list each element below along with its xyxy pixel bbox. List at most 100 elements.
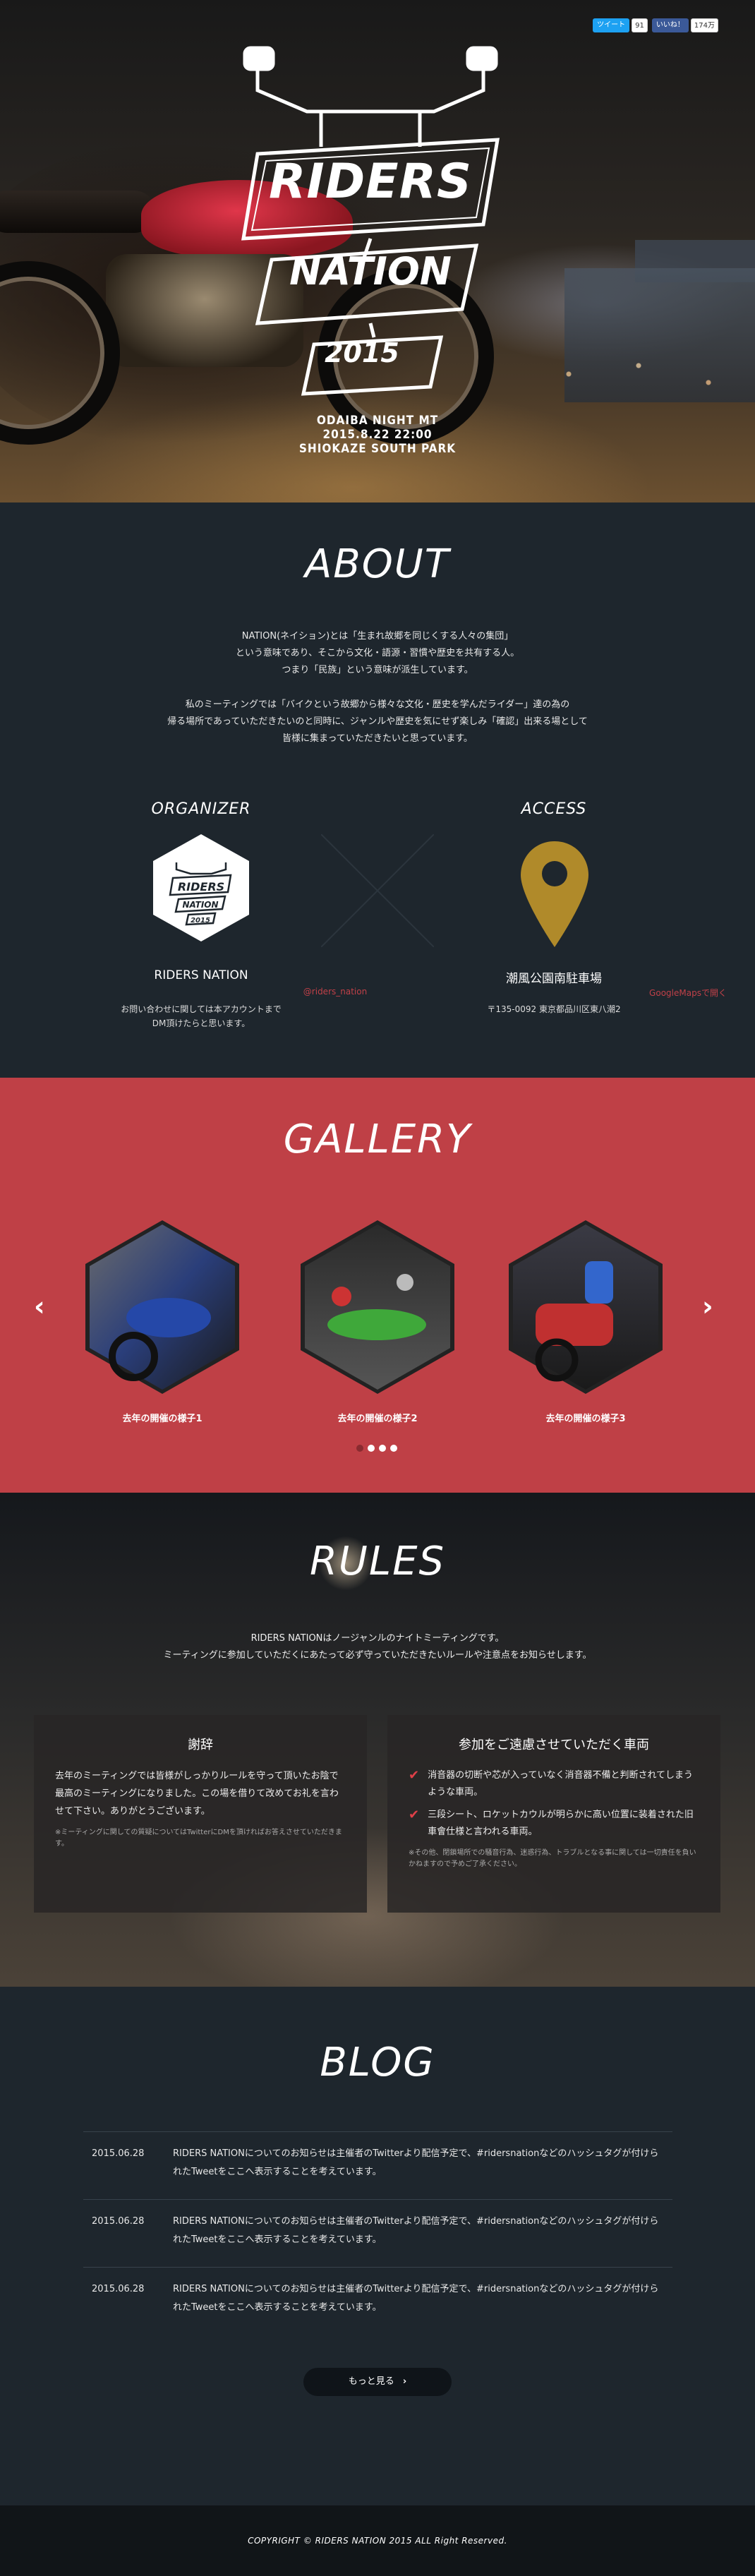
restricted-item-text: 三段シート、ロケットカウルが明らかに高い位置に装着された旧車會仕様と言われる車両… xyxy=(428,1810,694,1837)
check-icon: ✔ xyxy=(409,1807,420,1822)
gallery-title: GALLERY xyxy=(283,1117,472,1162)
svg-text:2015: 2015 xyxy=(191,917,210,925)
check-icon: ✔ xyxy=(409,1768,420,1783)
restricted-item: ✔ 消音器の切断や芯が入っていなく消音器不備と判断されてしまうような車両。 xyxy=(409,1767,699,1801)
footer: COPYRIGHT © RIDERS NATION 2015 ALL Right… xyxy=(0,2505,755,2576)
about-section: ABOUT NATION(ネイション)とは「生まれ故郷を同じくする人々の集団」 … xyxy=(0,502,755,1078)
blog-post[interactable]: 2015.06.28 RIDERS NATIONについてのお知らせは主催者のTw… xyxy=(83,2199,672,2267)
restricted-note: ※その他、閉鎖場所での騒音行為、迷惑行為、トラブルとなる事に関しては一切責任を負… xyxy=(409,1849,696,1868)
chevron-right-icon: › xyxy=(402,2376,407,2387)
rules-title: RULES xyxy=(309,1539,446,1584)
rules-intro-line: ミーティングに参加していただくにあたって必ず守っていただきたいルールや注意点をお… xyxy=(163,1650,592,1661)
thanks-note: ※ミーティングに関しての質疑についてはTwitterにDMを頂ければお答えさせて… xyxy=(55,1829,342,1848)
riders-nation-logo: RIDERS NATION 2015 xyxy=(229,34,512,436)
organizer-logo-icon: RIDERS NATION 2015 xyxy=(153,834,249,941)
post-date: 2015.06.28 xyxy=(92,2284,145,2294)
restricted-item-text: 消音器の切断や芯が入っていなく消音器不備と判断されてしまうような車両。 xyxy=(428,1770,694,1798)
map-pin-icon xyxy=(521,841,588,947)
gallery-caption: 去年の開催の様子2 xyxy=(337,1414,418,1424)
event-place: SHIOKAZE SOUTH PARK xyxy=(298,442,457,456)
blog-list: 2015.06.28 RIDERS NATIONについてのお知らせは主催者のTw… xyxy=(83,2131,672,2335)
event-date: 2015.8.22 22:00 xyxy=(322,428,433,442)
gallery-prev-arrow-icon[interactable]: ‹ xyxy=(34,1291,45,1322)
gallery-pagination xyxy=(356,1445,397,1452)
about-line: という意味であり、そこから文化・語源・習慣や歴史を共有する人。 xyxy=(235,648,520,658)
rules-section: RULES RIDERS NATIONはノージャンルのナイトミーティングです。 … xyxy=(0,1493,755,1987)
pagination-dot[interactable] xyxy=(368,1445,375,1452)
gallery-item[interactable]: 去年の開催の様子3 xyxy=(502,1219,669,1424)
like-label: いいね！ xyxy=(651,18,689,32)
gallery-photo xyxy=(84,1219,241,1395)
gallery-section: GALLERY ‹ › 去年の開催の様子1 去年の開催の様子2 去年の開催の様子… xyxy=(0,1078,755,1493)
about-line: NATION(ネイション)とは「生まれ故郷を同じくする人々の集団」 xyxy=(241,631,514,642)
like-count: 174万 xyxy=(690,18,718,32)
post-date: 2015.06.28 xyxy=(92,2216,145,2227)
organizer-name: RIDERS NATION xyxy=(154,968,248,982)
gallery-caption: 去年の開催の様子3 xyxy=(545,1414,626,1424)
restricted-item: ✔ 三段シート、ロケットカウルが明らかに高い位置に装着された旧車會仕様と言われる… xyxy=(409,1807,699,1841)
gallery-next-arrow-icon[interactable]: › xyxy=(702,1291,713,1322)
organizer-block: ORGANIZER RIDERS NATION 2015 RIDERS NATI… xyxy=(67,800,367,1028)
organizer-description: お問い合わせに関しては本アカウントまで DM頂けたらと思います。 xyxy=(67,1002,335,1030)
organizer-twitter-link[interactable]: @riders_nation xyxy=(201,987,469,997)
event-info: ODAIBA NIGHT MT 2015.8.22 22:00 SHIOKAZE… xyxy=(0,414,755,456)
pagination-dot[interactable] xyxy=(390,1445,397,1452)
post-text: RIDERS NATIONについてのお知らせは主催者のTwitterより配信予定… xyxy=(173,2216,659,2245)
social-buttons: ツイート 91 いいね！ 174万 xyxy=(593,18,718,32)
about-paragraph-1: NATION(ネイション)とは「生まれ故郷を同じくする人々の集団」 という意味で… xyxy=(0,628,755,679)
blog-post[interactable]: 2015.06.28 RIDERS NATIONについてのお知らせは主催者のTw… xyxy=(83,2267,672,2335)
about-line: 私のミーティングでは「バイクという故郷から様々な文化・歴史を学んだライダー」達の… xyxy=(185,699,570,710)
divider-cross xyxy=(321,834,434,947)
gallery-item[interactable]: 去年の開催の様子1 xyxy=(79,1219,246,1424)
gallery-caption: 去年の開催の様子1 xyxy=(122,1414,203,1424)
about-line: 帰る場所であっていただきたいのと同時に、ジャンルや歴史を気にせず楽しみ「確認」出… xyxy=(167,716,588,727)
gallery-photo xyxy=(299,1219,456,1395)
restricted-vehicles-card: 参加をご遠慮させていただく車両 ✔ 消音器の切断や芯が入っていなく消音器不備と判… xyxy=(387,1715,720,1913)
organizer-desc-line: DM頂けたらと思います。 xyxy=(152,1018,250,1028)
google-maps-link[interactable]: GoogleMapsで開く xyxy=(554,987,755,999)
restricted-heading: 参加をご遠慮させていただく車両 xyxy=(459,1738,649,1752)
post-text: RIDERS NATIONについてのお知らせは主催者のTwitterより配信予定… xyxy=(173,2148,659,2177)
svg-text:RIDERS: RIDERS xyxy=(178,880,224,893)
about-paragraph-2: 私のミーティングでは「バイクという故郷から様々な文化・歴史を学んだライダー」達の… xyxy=(0,697,755,747)
about-title: ABOUT xyxy=(305,541,450,587)
pagination-dot[interactable] xyxy=(356,1445,363,1452)
thanks-heading: 謝辞 xyxy=(188,1738,213,1752)
logo-nation: NATION xyxy=(289,249,452,294)
blog-post[interactable]: 2015.06.28 RIDERS NATIONについてのお知らせは主催者のTw… xyxy=(83,2131,672,2199)
logo-year: 2015 xyxy=(325,337,399,368)
logo-riders: RIDERS xyxy=(269,154,472,210)
pagination-dot[interactable] xyxy=(379,1445,386,1452)
post-date: 2015.06.28 xyxy=(92,2148,145,2159)
access-address: 〒135-0092 東京都品川区東八潮2 xyxy=(487,1004,621,1014)
access-place-name: 潮風公園南駐車場 xyxy=(506,972,602,986)
more-label: もっと見る xyxy=(348,2376,394,2387)
rules-intro: RIDERS NATIONはノージャンルのナイトミーティングです。 ミーティング… xyxy=(0,1630,755,1664)
rules-intro-line: RIDERS NATIONはノージャンルのナイトミーティングです。 xyxy=(250,1633,505,1644)
event-name: ODAIBA NIGHT MT xyxy=(316,414,439,428)
tweet-button[interactable]: ツイート 91 xyxy=(593,18,648,32)
access-block: ACCESS 潮風公園南駐車場 GoogleMapsで開く 〒135-0092 … xyxy=(420,800,727,1014)
gallery-photo xyxy=(507,1219,664,1395)
organizer-heading: ORGANIZER xyxy=(151,800,251,818)
tweet-label: ツイート xyxy=(593,18,630,32)
gallery-item[interactable]: 去年の開催の様子2 xyxy=(294,1219,461,1424)
city-lights xyxy=(522,332,755,416)
hero-section: ツイート 91 いいね！ 174万 RIDERS NATION 2015 ODA… xyxy=(0,0,755,502)
motorcycle-seat xyxy=(0,191,155,233)
tweet-count: 91 xyxy=(632,18,648,32)
more-button[interactable]: もっと見る › xyxy=(303,2368,452,2396)
organizer-desc-line: お問い合わせに関しては本アカウントまで xyxy=(121,1004,282,1014)
about-line: 皆様に集まっていただきたいと思っています。 xyxy=(282,733,473,744)
blog-section: BLOG 2015.06.28 RIDERS NATIONについてのお知らせは主… xyxy=(0,1987,755,2505)
thanks-body: 去年のミーティングでは皆様がしっかりルールを守って頂いたお陰で最高のミーティング… xyxy=(55,1771,339,1817)
logo-frame xyxy=(241,46,500,396)
about-line: つまり「民族」という意味が派生しています。 xyxy=(282,665,473,675)
blog-title: BLOG xyxy=(320,2040,435,2086)
thanks-card: 謝辞 去年のミーティングでは皆様がしっかりルールを守って頂いたお陰で最高のミーテ… xyxy=(34,1715,367,1913)
post-text: RIDERS NATIONについてのお知らせは主催者のTwitterより配信予定… xyxy=(173,2284,659,2313)
like-button[interactable]: いいね！ 174万 xyxy=(651,18,718,32)
svg-text:NATION: NATION xyxy=(182,900,218,910)
copyright: COPYRIGHT © RIDERS NATION 2015 ALL Right… xyxy=(248,2536,507,2546)
access-heading: ACCESS xyxy=(521,800,587,818)
